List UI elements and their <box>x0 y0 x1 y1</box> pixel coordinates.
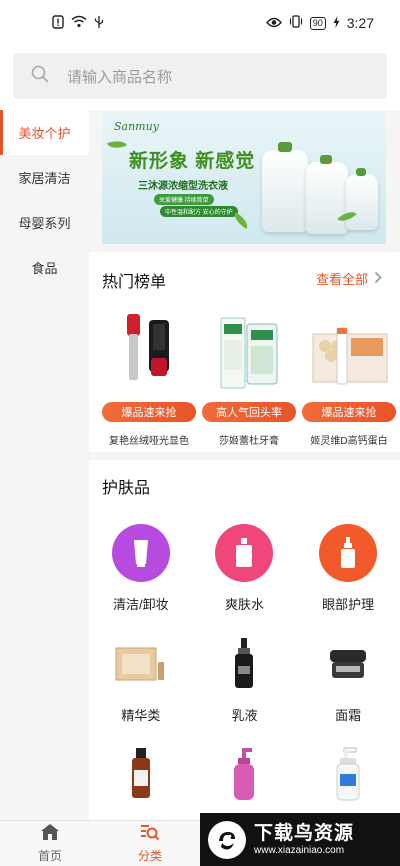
essence-box-image <box>112 635 170 693</box>
toothpaste-image <box>207 310 291 394</box>
vibrate-icon <box>289 15 303 31</box>
sidebar-item-mother-baby[interactable]: 母婴系列 <box>0 200 89 245</box>
banner-brand: Sanmuy <box>114 120 159 133</box>
product-badge: 爆品速来抢 <box>102 402 196 422</box>
cleansing-tube-icon <box>111 524 170 582</box>
product-card[interactable]: 高人气回头率 莎姬蕾杜牙膏 <box>202 310 296 447</box>
product-card[interactable]: 爆品速来抢 姬灵维D高钙蛋白 <box>302 310 396 447</box>
battery-level: 90 <box>309 16 326 30</box>
site-watermark: 下载鸟资源 www.xiazainiao.com <box>200 813 400 866</box>
category-lotion[interactable]: 乳液 <box>193 635 297 724</box>
category-item[interactable] <box>193 746 297 816</box>
promo-banner[interactable]: Sanmuy 新形象 新感觉 三沐源浓缩型洗衣液 关爱健康 持续简单 中性温和配… <box>102 112 386 244</box>
bird-logo-icon <box>208 820 246 859</box>
tab-home-label: 首页 <box>37 849 62 863</box>
status-right-icons: 90 3:27 <box>265 15 374 31</box>
product-card[interactable]: 爆品速来抢 复艳丝绒哑光显色 <box>102 310 196 447</box>
category-label: 精华类 <box>121 708 161 723</box>
product-name: 复艳丝绒哑光显色 <box>109 436 189 447</box>
category-label: 爽肤水 <box>224 597 264 612</box>
pump-bottle-image <box>215 746 273 804</box>
lipstick-image <box>107 310 191 394</box>
sidebar-item-beauty[interactable]: 美妆个护 <box>0 110 89 155</box>
status-left-icons <box>52 14 104 32</box>
product-name: 姬灵维D高钙蛋白 <box>310 436 388 447</box>
hot-products-row: 爆品速来抢 复艳丝绒哑光显色 高人气回头率 莎姬蕾杜牙膏 爆品速来抢 姬灵维D高… <box>102 310 398 447</box>
category-search-icon <box>140 823 160 844</box>
category-item[interactable] <box>296 746 400 816</box>
banner-headline: 新形象 新感觉 <box>129 151 256 172</box>
leaf-decoration-icon <box>107 137 127 152</box>
lotion-pump-image <box>319 746 377 804</box>
category-label: 面霜 <box>335 708 362 723</box>
banner-subtitle: 三沐源浓缩型洗衣液 <box>138 181 228 192</box>
oil-bottle-image <box>112 746 170 804</box>
product-badge: 高人气回头率 <box>202 402 296 422</box>
category-toner[interactable]: 爽肤水 <box>193 524 297 613</box>
eye-care-bottle-icon <box>319 524 378 582</box>
category-cleansing[interactable]: 清洁/卸妆 <box>89 524 193 613</box>
product-name: 莎姬蕾杜牙膏 <box>219 436 279 447</box>
category-cream[interactable]: 面霜 <box>296 635 400 724</box>
tab-category[interactable]: 分类 <box>100 821 200 866</box>
usb-icon <box>94 15 104 32</box>
sidebar-item-food[interactable]: 食品 <box>0 245 89 290</box>
tab-home[interactable]: 首页 <box>0 821 100 866</box>
sidebar-item-home-cleaning[interactable]: 家居清洁 <box>0 155 89 200</box>
product-badge: 爆品速来抢 <box>302 402 396 422</box>
skincare-category-grid: 清洁/卸妆 爽肤水 眼部护理 精华类 乳液 面霜 <box>89 524 400 816</box>
category-eye-care[interactable]: 眼部护理 <box>296 524 400 613</box>
charging-icon <box>333 15 340 31</box>
category-label: 清洁/卸妆 <box>113 597 169 612</box>
watermark-title: 下载鸟资源 <box>254 822 355 844</box>
search-input[interactable]: 请输入商品名称 <box>13 53 387 99</box>
alert-icon <box>52 14 64 32</box>
view-all-label: 查看全部 <box>315 272 368 287</box>
view-all-link[interactable]: 查看全部 <box>316 269 382 288</box>
category-sidebar: 美妆个护 家居清洁 母婴系列 食品 <box>0 110 89 820</box>
skincare-title: 护肤品 <box>102 480 151 497</box>
status-bar: 90 3:27 <box>0 0 400 46</box>
category-label: 眼部护理 <box>322 597 375 612</box>
banner-tag-1: 关爱健康 持续简单 <box>154 194 214 205</box>
toner-bottle-icon <box>215 524 274 582</box>
category-content: Sanmuy 新形象 新感觉 三沐源浓缩型洗衣液 关爱健康 持续简单 中性温和配… <box>89 110 400 820</box>
category-label: 乳液 <box>231 708 258 723</box>
calcium-protein-image <box>307 310 391 394</box>
category-item[interactable] <box>89 746 193 816</box>
search-icon <box>31 65 49 88</box>
skincare-section: 护肤品 清洁/卸妆 爽肤水 眼部护理 精华类 乳液 面霜 <box>89 460 400 820</box>
banner-tag-2: 中性温和配方 安心的守护 <box>160 206 238 217</box>
wifi-icon <box>71 15 87 31</box>
category-essence[interactable]: 精华类 <box>89 635 193 724</box>
eye-icon <box>265 16 282 31</box>
clock: 3:27 <box>346 15 374 31</box>
hot-list-title: 热门榜单 <box>102 274 167 291</box>
watermark-url: www.xiazainiao.com <box>254 844 345 856</box>
search-placeholder: 请输入商品名称 <box>67 68 173 86</box>
lotion-bottle-image <box>215 635 273 693</box>
chevron-right-icon <box>374 271 382 287</box>
home-icon <box>40 823 60 844</box>
leaf-decoration-icon <box>230 212 252 229</box>
hot-list-section: 热门榜单 查看全部 爆品速来抢 复艳丝绒哑光显色 高人气回头率 莎姬蕾杜牙膏 爆… <box>89 252 400 452</box>
tab-category-label: 分类 <box>137 849 162 863</box>
cream-jar-image <box>319 635 377 693</box>
